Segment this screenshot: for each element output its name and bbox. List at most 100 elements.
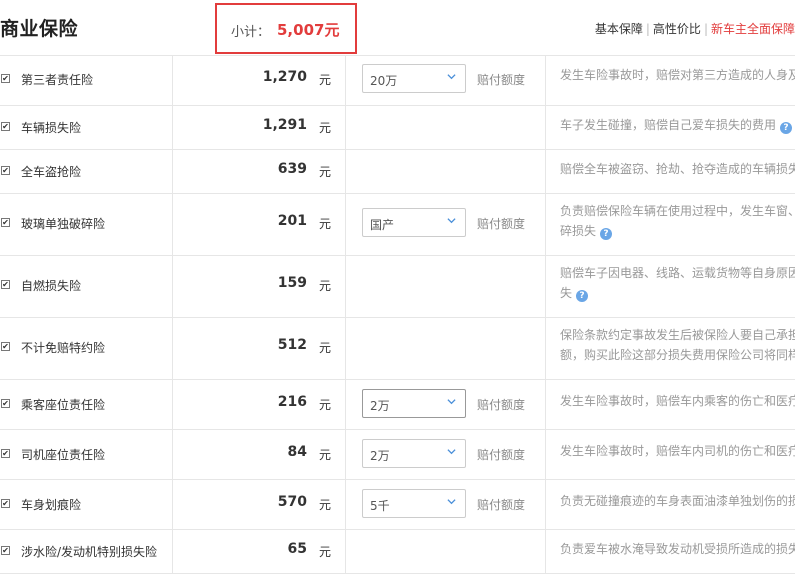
coverage-description-text: 赔偿全车被盗窃、抢劫、抢夺造成的车辆损失 [560,162,795,176]
header: 商业保险 小计： 5,007元 基本保障 | 高性价比 | 新车主全面保障 [0,0,795,56]
limit-select-value: 5千 [370,499,390,513]
page-title: 商业保险 [0,18,79,40]
coverage-name: 车辆损失险 [21,121,82,135]
column-divider [345,149,346,193]
coverage-description-text: 碎损失 [560,224,597,238]
price-unit: 元 [319,448,332,462]
insurance-row: ✔ 玻璃单独破碎险 201 元 国产 赔付额度 负责赔偿保险车辆在使用过程中，发生车窗、 碎损… [0,193,795,256]
row-checkbox[interactable]: ✔ [1,280,10,289]
column-divider [172,429,173,479]
column-divider [545,429,546,479]
column-divider [345,529,346,573]
coverage-description: 发生车险事故时，赔偿对第三方造成的人身及 [560,65,795,85]
column-divider [545,379,546,429]
price-unit: 元 [319,121,332,135]
coverage-price: 216 [277,394,307,410]
price-unit: 元 [319,398,332,412]
limit-select-value: 2万 [370,399,390,413]
plan-basic-link[interactable]: 基本保障 [595,22,643,36]
row-checkbox[interactable]: ✔ [1,546,10,555]
column-divider [345,105,346,149]
coverage-description: 赔偿车子因电器、线路、运载货物等自身原因 [560,263,795,283]
insurance-row: ✔ 乘客座位责任险 216 元 2万 赔付额度 发生车险事故时，赔偿车内乘客的伤亡和医疗 [0,379,795,430]
limit-label: 赔付额度 [477,73,526,87]
row-checkbox[interactable]: ✔ [1,342,10,351]
help-icon[interactable]: ? [780,122,793,134]
column-divider [345,379,346,429]
plan-full-link[interactable]: 新车主全面保障 [711,22,795,36]
coverage-description-text: 发生车险事故时，赔偿车内乘客的伤亡和医疗 [560,394,795,408]
plan-separator: | [645,22,650,36]
coverage-description-text: 负责爱车被水淹导致发动机受损所造成的损失 [560,542,795,556]
coverage-price: 639 [277,161,307,177]
coverage-description: 负责赔偿保险车辆在使用过程中，发生车窗、 [560,201,795,221]
limit-select[interactable]: 2万 [362,389,466,418]
coverage-price: 512 [277,337,307,353]
coverage-name: 玻璃单独破碎险 [21,217,106,231]
column-divider [172,479,173,529]
coverage-name: 车身划痕险 [21,498,82,512]
column-divider [345,55,346,105]
coverage-description: 赔偿全车被盗窃、抢劫、抢夺造成的车辆损失 [560,159,795,179]
chevron-down-icon [447,499,456,505]
column-divider [545,105,546,149]
row-checkbox[interactable]: ✔ [1,399,10,408]
column-divider [345,317,346,379]
column-divider [172,255,173,317]
limit-select[interactable]: 国产 [362,208,466,237]
coverage-description: 碎损失? [560,221,795,241]
chevron-down-icon [447,74,456,80]
help-icon[interactable]: ? [576,290,589,302]
price-unit: 元 [319,279,332,293]
row-checkbox[interactable]: ✔ [1,449,10,458]
coverage-description-text: 保险条款约定事故发生后被保险人要自己承担 [560,328,795,342]
limit-select[interactable]: 2万 [362,439,466,468]
price-unit: 元 [319,341,332,355]
price-unit: 元 [319,498,332,512]
column-divider [172,529,173,573]
coverage-description-text: 赔偿车子因电器、线路、运载货物等自身原因 [560,266,795,280]
insurance-row: ✔ 车身划痕险 570 元 5千 赔付额度 负责无碰撞痕迹的车身表面油漆单独划伤的损 [0,479,795,530]
subtotal-box: 小计： 5,007元 [215,3,357,54]
insurance-row: ✔ 第三者责任险 1,270 元 20万 赔付额度 发生车险事故时，赔偿对第三方造成的人身及 [0,55,795,106]
help-icon[interactable]: ? [600,228,613,240]
column-divider [545,149,546,193]
price-unit: 元 [319,73,332,87]
subtotal-label: 小计： [231,25,271,40]
column-divider [172,317,173,379]
row-checkbox[interactable]: ✔ [1,122,10,131]
column-divider [545,193,546,255]
plan-links: 基本保障 | 高性价比 | 新车主全面保障 [595,20,795,37]
column-divider [172,105,173,149]
insurance-row: ✔ 自燃损失险 159 元 赔偿车子因电器、线路、运载货物等自身原因失? [0,255,795,318]
insurance-row: ✔ 全车盗抢险 639 元 赔偿全车被盗窃、抢劫、抢夺造成的车辆损失 [0,149,795,194]
row-checkbox[interactable]: ✔ [1,218,10,227]
chevron-down-icon [447,218,456,224]
coverage-name: 自燃损失险 [21,279,82,293]
price-unit: 元 [319,165,332,179]
limit-select[interactable]: 20万 [362,64,466,93]
column-divider [172,149,173,193]
limit-label: 赔付额度 [477,498,526,512]
column-divider [345,429,346,479]
limit-label: 赔付额度 [477,448,526,462]
coverage-price: 1,270 [262,69,307,85]
insurance-row: ✔ 司机座位责任险 84 元 2万 赔付额度 发生车险事故时，赔偿车内司机的伤亡和医疗 [0,429,795,480]
limit-select-value: 20万 [370,74,398,88]
coverage-price: 84 [287,444,307,460]
limit-select[interactable]: 5千 [362,489,466,518]
coverage-description-text: 发生车险事故时，赔偿对第三方造成的人身及 [560,68,795,82]
column-divider [345,255,346,317]
plan-value-link[interactable]: 高性价比 [653,22,701,36]
subtotal-value: 5,007元 [277,21,340,39]
row-checkbox[interactable]: ✔ [1,74,10,83]
coverage-description-text: 额，购买此险这部分损失费用保险公司将同样 [560,348,795,362]
column-divider [345,479,346,529]
coverage-description-text: 负责赔偿保险车辆在使用过程中，发生车窗、 [560,204,795,218]
column-divider [172,379,173,429]
row-checkbox[interactable]: ✔ [1,166,10,175]
row-checkbox[interactable]: ✔ [1,499,10,508]
insurance-row: ✔ 不计免赔特约险 512 元 保险条款约定事故发生后被保险人要自己承担 额，购买此险这部… [0,317,795,380]
column-divider [545,479,546,529]
column-divider [172,55,173,105]
